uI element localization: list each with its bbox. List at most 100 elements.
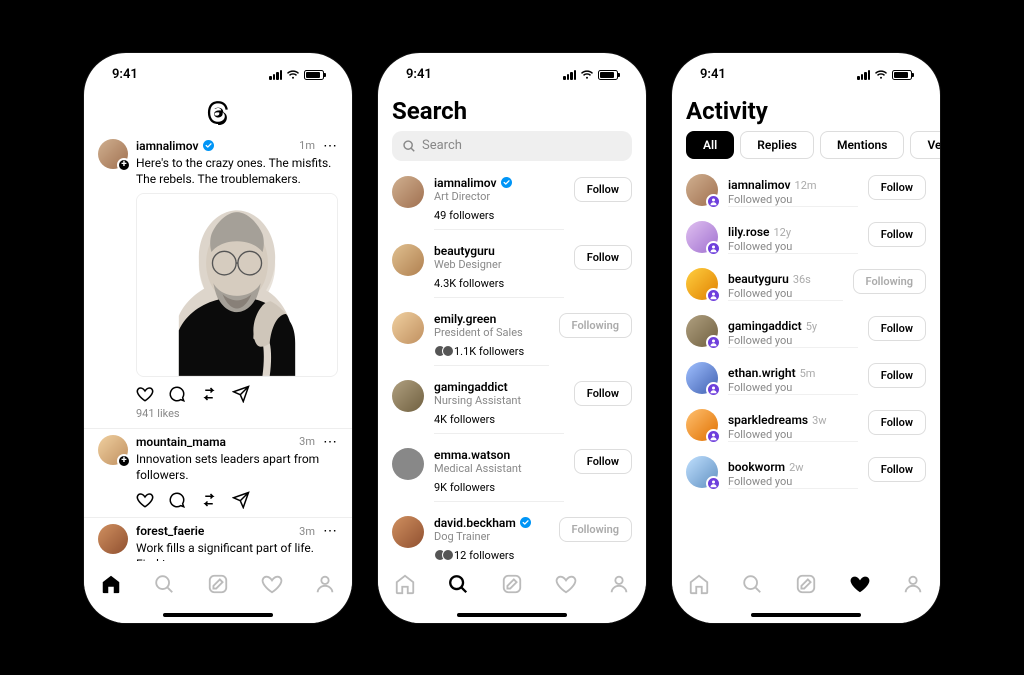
tab-home[interactable] xyxy=(686,571,712,597)
result-username[interactable]: emma.watson xyxy=(434,448,510,462)
comment-icon[interactable] xyxy=(168,385,186,403)
tab-compose[interactable] xyxy=(205,571,231,597)
avatar[interactable] xyxy=(686,315,718,347)
avatar[interactable] xyxy=(686,268,718,300)
activity-username[interactable]: lily.rose xyxy=(728,225,769,239)
send-icon[interactable] xyxy=(232,385,250,403)
activity-tab[interactable]: Verified xyxy=(910,131,940,159)
tab-profile[interactable] xyxy=(312,571,338,597)
activity-row[interactable]: gamingaddict5yFollowed youFollow xyxy=(672,308,940,355)
follow-button[interactable]: Follow xyxy=(868,410,926,435)
post-username[interactable]: forest_faerie xyxy=(136,524,204,538)
avatar[interactable] xyxy=(392,516,424,548)
follow-button[interactable]: Follow xyxy=(868,316,926,341)
activity-row[interactable]: bookworm2wFollowed youFollow xyxy=(672,449,940,496)
tab-profile[interactable] xyxy=(606,571,632,597)
search-result-row[interactable]: david.beckhamDog Trainer12 followersFoll… xyxy=(378,509,646,561)
avatar[interactable] xyxy=(98,435,128,465)
add-badge-icon[interactable] xyxy=(117,454,131,468)
follow-button[interactable]: Following xyxy=(559,517,632,542)
activity-time: 12y xyxy=(773,226,791,239)
tab-home[interactable] xyxy=(98,571,124,597)
avatar[interactable] xyxy=(98,139,128,169)
avatar[interactable] xyxy=(98,524,128,554)
activity-username[interactable]: beautyguru xyxy=(728,272,789,286)
post-username[interactable]: iamnalimov xyxy=(136,139,199,153)
signal-icon xyxy=(269,70,282,80)
follow-button[interactable]: Following xyxy=(853,269,926,294)
comment-icon[interactable] xyxy=(168,491,186,509)
avatar[interactable] xyxy=(686,174,718,206)
post-actions xyxy=(136,491,338,509)
activity-row[interactable]: lily.rose12yFollowed youFollow xyxy=(672,214,940,261)
result-username[interactable]: david.beckham xyxy=(434,516,516,530)
activity-username[interactable]: iamnalimov xyxy=(728,178,791,192)
follow-button[interactable]: Follow xyxy=(868,457,926,482)
follow-button[interactable]: Following xyxy=(559,313,632,338)
like-icon[interactable] xyxy=(136,385,154,403)
avatar[interactable] xyxy=(686,456,718,488)
repost-icon[interactable] xyxy=(200,491,218,509)
result-username[interactable]: beautyguru xyxy=(434,244,495,258)
activity-tab[interactable]: All xyxy=(686,131,734,159)
search-result-row[interactable]: emma.watsonMedical Assistant9K followers… xyxy=(378,441,646,509)
follow-button[interactable]: Follow xyxy=(868,363,926,388)
follow-button[interactable]: Follow xyxy=(868,175,926,200)
follow-button[interactable]: Follow xyxy=(574,177,632,202)
avatar[interactable] xyxy=(392,312,424,344)
phone-activity: 9:41 Activity AllRepliesMentionsVerified… xyxy=(672,53,940,623)
activity-tab[interactable]: Mentions xyxy=(820,131,904,159)
likes-count[interactable]: 941 likes xyxy=(136,407,338,420)
post-text: Innovation sets leaders apart from follo… xyxy=(136,451,338,483)
avatar[interactable] xyxy=(392,448,424,480)
activity-username[interactable]: gamingaddict xyxy=(728,319,802,333)
avatar[interactable] xyxy=(392,176,424,208)
activity-username[interactable]: ethan.wright xyxy=(728,366,796,380)
follow-button[interactable]: Follow xyxy=(574,381,632,406)
tab-search[interactable] xyxy=(445,571,471,597)
more-icon[interactable]: ⋯ xyxy=(319,139,338,153)
search-result-row[interactable]: gamingaddictNursing Assistant4K follower… xyxy=(378,373,646,441)
post-image[interactable] xyxy=(136,193,338,377)
avatar[interactable] xyxy=(686,362,718,394)
post-username[interactable]: mountain_mama xyxy=(136,435,226,449)
tab-compose[interactable] xyxy=(499,571,525,597)
follow-button[interactable]: Follow xyxy=(574,245,632,270)
search-result-row[interactable]: beautyguruWeb Designer4.3K followersFoll… xyxy=(378,237,646,305)
activity-username[interactable]: bookworm xyxy=(728,460,785,474)
like-icon[interactable] xyxy=(136,491,154,509)
tab-activity[interactable] xyxy=(259,571,285,597)
follow-button[interactable]: Follow xyxy=(868,222,926,247)
tab-profile[interactable] xyxy=(900,571,926,597)
page-title: Search xyxy=(378,97,646,131)
avatar[interactable] xyxy=(686,221,718,253)
wifi-icon xyxy=(580,70,594,80)
repost-icon[interactable] xyxy=(200,385,218,403)
result-username[interactable]: emily.green xyxy=(434,312,496,326)
add-badge-icon[interactable] xyxy=(117,158,131,172)
result-username[interactable]: gamingaddict xyxy=(434,380,508,394)
follow-button[interactable]: Follow xyxy=(574,449,632,474)
avatar[interactable] xyxy=(392,244,424,276)
activity-row[interactable]: sparkledreams3wFollowed youFollow xyxy=(672,402,940,449)
result-username[interactable]: iamnalimov xyxy=(434,176,497,190)
avatar[interactable] xyxy=(392,380,424,412)
tab-activity[interactable] xyxy=(847,571,873,597)
search-input[interactable]: Search xyxy=(392,131,632,161)
tab-home[interactable] xyxy=(392,571,418,597)
activity-row[interactable]: iamnalimov12mFollowed youFollow xyxy=(672,167,940,214)
send-icon[interactable] xyxy=(232,491,250,509)
search-result-row[interactable]: iamnalimovArt Director49 followersFollow xyxy=(378,169,646,237)
activity-tab[interactable]: Replies xyxy=(740,131,814,159)
activity-username[interactable]: sparkledreams xyxy=(728,413,808,427)
activity-row[interactable]: ethan.wright5mFollowed youFollow xyxy=(672,355,940,402)
tab-compose[interactable] xyxy=(793,571,819,597)
more-icon[interactable]: ⋯ xyxy=(319,435,338,449)
tab-search[interactable] xyxy=(739,571,765,597)
activity-row[interactable]: beautyguru36sFollowed youFollowing xyxy=(672,261,940,308)
avatar[interactable] xyxy=(686,409,718,441)
search-result-row[interactable]: emily.greenPresident of Sales1.1K follow… xyxy=(378,305,646,373)
more-icon[interactable]: ⋯ xyxy=(319,524,338,538)
tab-activity[interactable] xyxy=(553,571,579,597)
tab-search[interactable] xyxy=(151,571,177,597)
